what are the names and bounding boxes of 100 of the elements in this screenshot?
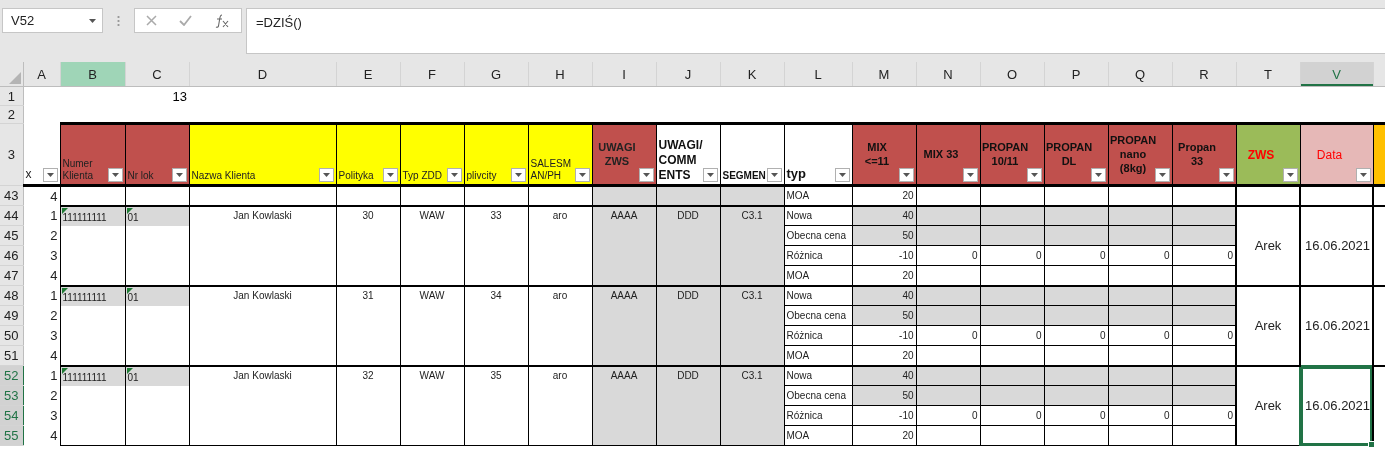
table-cell: aro: [528, 365, 592, 446]
caret-icon: [1094, 173, 1102, 177]
caret-icon: [966, 173, 974, 177]
heading-text: UWAGI ZWS: [597, 141, 637, 169]
column-header[interactable]: L: [784, 62, 852, 87]
filter-button[interactable]: [107, 168, 123, 182]
column-header[interactable]: K: [720, 62, 784, 87]
function-icon[interactable]: [214, 13, 230, 28]
column-header[interactable]: B: [60, 62, 125, 87]
heading-text: ZWS: [1246, 147, 1276, 163]
caret-icon: [902, 173, 910, 177]
date-cell: 16.06.2021: [1300, 285, 1373, 366]
filter-button[interactable]: [834, 168, 850, 182]
check-icon[interactable]: [179, 15, 192, 26]
corner-marker-icon: [126, 367, 133, 374]
caret-icon: [514, 173, 522, 177]
caret-icon: [89, 18, 96, 23]
row-header[interactable]: 53: [0, 385, 23, 406]
filter-button[interactable]: [42, 168, 58, 182]
table-cell: 01: [125, 366, 189, 386]
column-header[interactable]: T: [1236, 62, 1300, 87]
table-cell: Arek: [1236, 205, 1300, 286]
filter-button[interactable]: [382, 168, 398, 182]
heading-text: Nr lok: [127, 170, 155, 183]
table-cell: 4: [23, 425, 60, 446]
table-cell: 40: [852, 365, 916, 386]
filter-button[interactable]: [1218, 168, 1234, 182]
heading-text: Nazwa Klienta: [191, 170, 257, 183]
row-header[interactable]: 44: [0, 205, 23, 226]
heading-text: Data: [1315, 147, 1344, 163]
table-cell: 1: [23, 205, 60, 226]
row-header[interactable]: 3: [0, 123, 23, 186]
table-cell: WAW: [400, 365, 464, 446]
table-cell: 30: [336, 205, 400, 286]
filter-button[interactable]: [1154, 168, 1170, 182]
fill-handle[interactable]: [1368, 441, 1375, 448]
caret-icon: [642, 173, 650, 177]
heading-text: Propan 33: [1177, 141, 1217, 169]
caret-icon: [46, 173, 54, 177]
column-header[interactable]: N: [916, 62, 980, 87]
row-header[interactable]: 51: [0, 345, 23, 366]
table-cell: 32: [336, 365, 400, 446]
corner-triangle-icon: [8, 72, 21, 84]
column-header[interactable]: O: [980, 62, 1044, 87]
filter-button[interactable]: [574, 168, 590, 182]
table-cell: 4: [23, 185, 60, 206]
column-header[interactable]: V: [1300, 62, 1373, 87]
column-header[interactable]: G: [464, 62, 528, 87]
row-header[interactable]: 47: [0, 265, 23, 286]
column-header[interactable]: E: [336, 62, 400, 87]
row-header[interactable]: 46: [0, 245, 23, 266]
column-header[interactable]: H: [528, 62, 592, 87]
row-header[interactable]: 55: [0, 425, 23, 446]
row-header[interactable]: 43: [0, 185, 23, 206]
heading-text: Numer Klienta: [62, 157, 95, 183]
table-cell: 111111111: [60, 206, 125, 226]
column-header[interactable]: Q: [1108, 62, 1172, 87]
filter-button[interactable]: [962, 168, 978, 182]
table-cell: 111111111: [60, 366, 125, 386]
row-header[interactable]: 52: [0, 365, 23, 386]
table-cell: 1: [23, 365, 60, 386]
column-header[interactable]: P: [1044, 62, 1108, 87]
filter-button[interactable]: [1026, 168, 1042, 182]
heading-text: MIX <=11: [863, 141, 891, 169]
column-header[interactable]: D: [189, 62, 336, 87]
date-cell: 16.06.2021: [1300, 365, 1373, 446]
column-header[interactable]: C: [125, 62, 189, 87]
row-header[interactable]: 49: [0, 305, 23, 326]
column-header[interactable]: I: [592, 62, 656, 87]
filter-button[interactable]: [702, 168, 718, 182]
table-cell: AAAA: [592, 205, 656, 286]
filter-button[interactable]: [318, 168, 334, 182]
table-cell: AAAA: [592, 285, 656, 366]
column-header[interactable]: R: [1172, 62, 1236, 87]
filter-button[interactable]: [510, 168, 526, 182]
row-header[interactable]: 50: [0, 325, 23, 346]
filter-button[interactable]: [898, 168, 914, 182]
name-box[interactable]: V52: [2, 8, 103, 33]
row-header[interactable]: 45: [0, 225, 23, 246]
heading-text: SALESMAN/PH: [530, 157, 573, 183]
caret-icon: [175, 173, 183, 177]
row-header[interactable]: 54: [0, 405, 23, 426]
filter-button[interactable]: [1355, 168, 1371, 182]
column-header[interactable]: F: [400, 62, 464, 87]
table-cell: DDD: [656, 205, 720, 286]
table-cell: 111111111: [60, 286, 125, 306]
filter-button[interactable]: [171, 168, 187, 182]
column-header[interactable]: A: [23, 62, 60, 87]
column-header[interactable]: M: [852, 62, 916, 87]
column-header[interactable]: J: [656, 62, 720, 87]
table-cell: 2: [23, 385, 60, 406]
filter-button[interactable]: [1282, 168, 1298, 182]
caret-icon: [1222, 173, 1230, 177]
row-header[interactable]: 48: [0, 285, 23, 306]
filter-button[interactable]: [446, 168, 462, 182]
filter-button[interactable]: [1090, 168, 1106, 182]
formula-field[interactable]: =DZIŚ(): [246, 8, 1385, 54]
filter-button[interactable]: [766, 168, 782, 182]
heading-text: PROPAN DL: [1045, 141, 1093, 169]
filter-button[interactable]: [638, 168, 654, 182]
